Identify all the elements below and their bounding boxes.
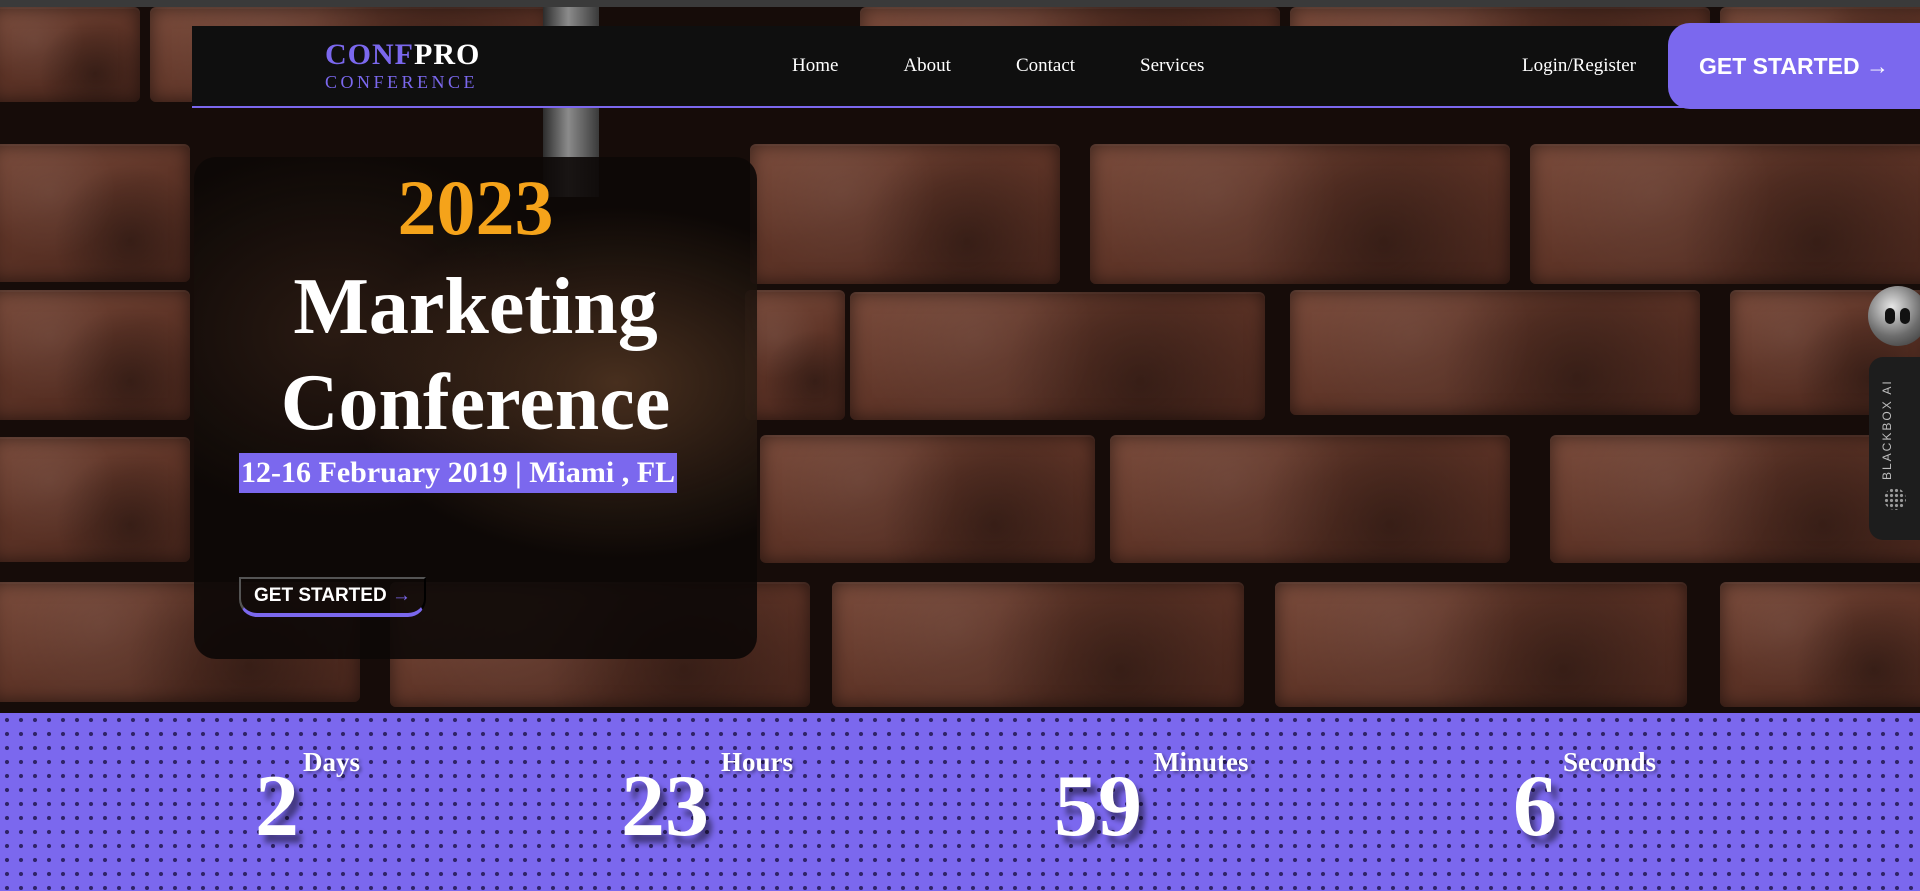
countdown-days-label: Days [303,747,361,777]
countdown-seconds-label: Seconds [1563,747,1657,777]
countdown-hours-value: 23 [621,758,709,855]
nav-link-contact[interactable]: Contact [1016,55,1075,77]
blackbox-dots-icon [1884,488,1906,510]
event-year: 2023 [397,164,554,251]
main-menu: Home About Contact Services [792,55,1269,77]
countdown-hours-label: Hours [721,747,794,777]
countdown-minutes-label: Minutes [1154,747,1249,777]
blackbox-label: BLACKBOX AI [1880,379,1894,480]
event-title-line2: Conference [280,359,671,447]
countdown-hours: 23 [621,763,709,851]
nav-link-about[interactable]: About [903,55,951,77]
site-logo[interactable]: CONFPRO CONFERENCE [325,38,480,93]
login-register-link[interactable]: Login/Register [1522,55,1636,77]
hero-get-started-button[interactable]: GET STARTED → [239,577,426,617]
hero-card: 2023 Marketing Conference 12-16 February… [194,157,757,659]
logo-text-pro: PRO [414,38,481,71]
countdown-seconds: 6 [1513,763,1557,851]
countdown-strip: 2 Days 23 Hours 59 Minutes 6 Seconds [0,713,1920,891]
countdown-days-value: 2 [255,758,299,855]
countdown-minutes: 59 [1054,763,1142,851]
blackbox-side-panel[interactable] [1869,357,1920,540]
browser-top-line [0,0,1920,7]
countdown-minutes-value: 59 [1054,758,1142,855]
nav-link-services[interactable]: Services [1140,55,1204,77]
arrow-right-icon: → [391,585,411,606]
event-title-line1: Marketing [293,263,658,351]
event-date-location: 12-16 February 2019 | Miami , FL [239,453,678,493]
logo-subtitle: CONFERENCE [325,72,479,92]
top-navbar: CONFPRO CONFERENCE Home About Contact Se… [192,26,1920,108]
countdown-days: 2 [255,763,299,851]
nav-link-home[interactable]: Home [792,55,838,77]
logo-text-conf: CONF [325,38,414,71]
blackbox-bot-icon[interactable] [1868,286,1920,346]
nav-get-started-button[interactable]: GET STARTED → [1668,23,1920,109]
event-title: Marketing Conference [194,259,757,451]
hero-cta-label: GET STARTED [254,585,387,606]
countdown-seconds-value: 6 [1513,758,1557,855]
